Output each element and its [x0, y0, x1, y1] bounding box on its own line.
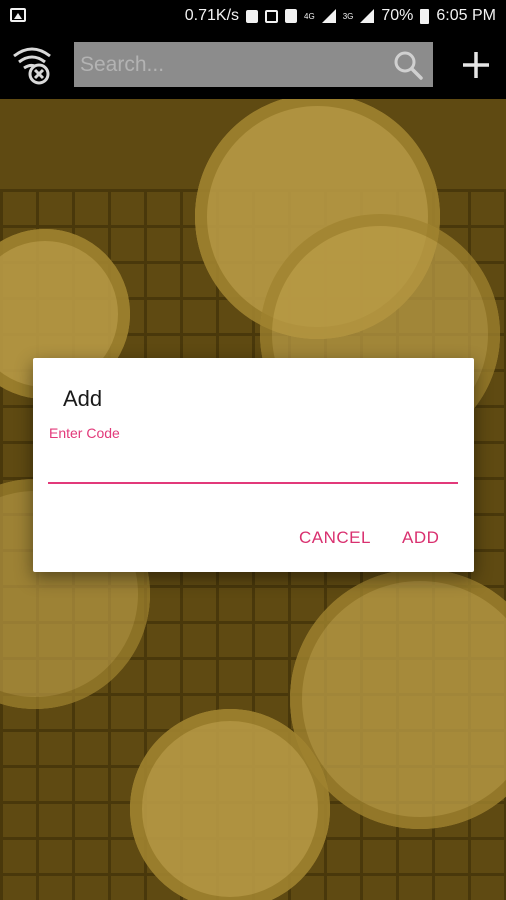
battery-percent: 70%	[381, 7, 414, 24]
cancel-button[interactable]: CANCEL	[293, 524, 377, 552]
code-field-label: Enter Code	[49, 425, 120, 441]
search-box[interactable]	[74, 42, 433, 87]
mute-icon	[265, 9, 279, 23]
search-input[interactable]	[74, 42, 380, 87]
add-button[interactable]: ADD	[396, 524, 445, 552]
wifi-off-icon[interactable]	[10, 42, 54, 86]
clock-time: 6:05 PM	[436, 7, 496, 24]
search-icon[interactable]	[393, 50, 423, 80]
battery-icon	[420, 8, 430, 24]
add-dialog: Add Enter Code CANCEL ADD	[33, 358, 474, 572]
alarm-icon	[246, 9, 259, 23]
sim-icon	[285, 9, 298, 23]
background-clock	[130, 709, 330, 900]
network-label-4g: 4G	[304, 11, 315, 21]
network-speed: 0.71K/s	[184, 7, 240, 24]
network-label-3g: 3G	[342, 11, 354, 21]
code-input[interactable]	[48, 446, 458, 484]
signal-icon	[321, 9, 336, 23]
app-toolbar	[0, 33, 506, 99]
status-bar: 0.71K/s 4G 3G 70% 6:05 PM	[0, 0, 506, 33]
dialog-title: Add	[63, 386, 103, 411]
status-icons: 0.71K/s 4G 3G 70% 6:05 PM	[185, 7, 496, 25]
plus-icon[interactable]	[461, 50, 491, 80]
gallery-notification-icon	[10, 8, 26, 22]
signal-icon	[360, 9, 375, 23]
